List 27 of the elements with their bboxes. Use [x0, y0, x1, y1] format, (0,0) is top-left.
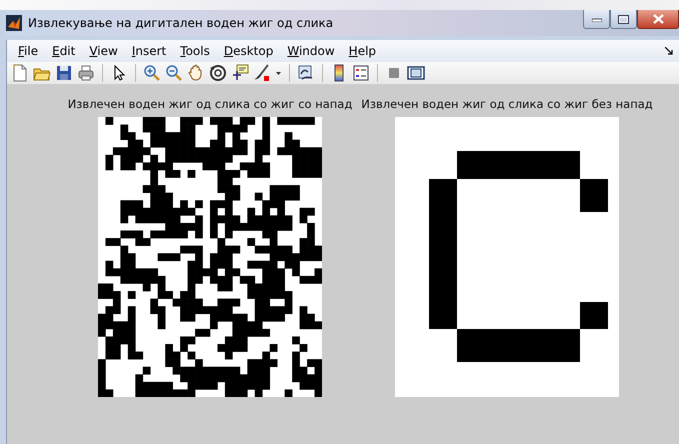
minimize-button[interactable]: [583, 10, 610, 29]
close-icon: [652, 14, 664, 24]
dock-arrow-icon[interactable]: [665, 47, 673, 55]
menu-item[interactable]: Desktop: [216, 42, 280, 60]
plot-panels-icon[interactable]: [407, 64, 425, 82]
minimize-icon: [592, 16, 602, 22]
menu-item[interactable]: File: [11, 42, 46, 60]
menu-item[interactable]: Edit: [45, 42, 82, 60]
printer-icon[interactable]: [77, 64, 95, 82]
brush-icon[interactable]: [253, 64, 271, 82]
menu-item[interactable]: View: [82, 42, 125, 60]
menu-item[interactable]: Tools: [173, 42, 217, 60]
data-cursor-icon[interactable]: [231, 64, 249, 82]
plot-title: Извлечен воден жиг од слика со жиг без напад: [361, 97, 653, 111]
menu-item[interactable]: Help: [342, 42, 384, 60]
zoom-in-icon[interactable]: [143, 64, 161, 82]
new-file-icon[interactable]: [11, 64, 29, 82]
menu-item[interactable]: Insert: [124, 42, 174, 60]
close-button[interactable]: [637, 10, 679, 29]
plot-title: Извлечен воден жиг од слика со жиг со напад: [68, 97, 352, 111]
legend-icon[interactable]: [352, 64, 370, 82]
menu-item[interactable]: Window: [280, 42, 342, 60]
zoom-out-icon[interactable]: [165, 64, 183, 82]
maximize-button[interactable]: [610, 10, 637, 29]
maximize-icon: [618, 14, 629, 24]
app-logo-icon: [6, 15, 22, 31]
window-title: Извлекување на дигитален воден жиг од слика: [28, 16, 334, 30]
